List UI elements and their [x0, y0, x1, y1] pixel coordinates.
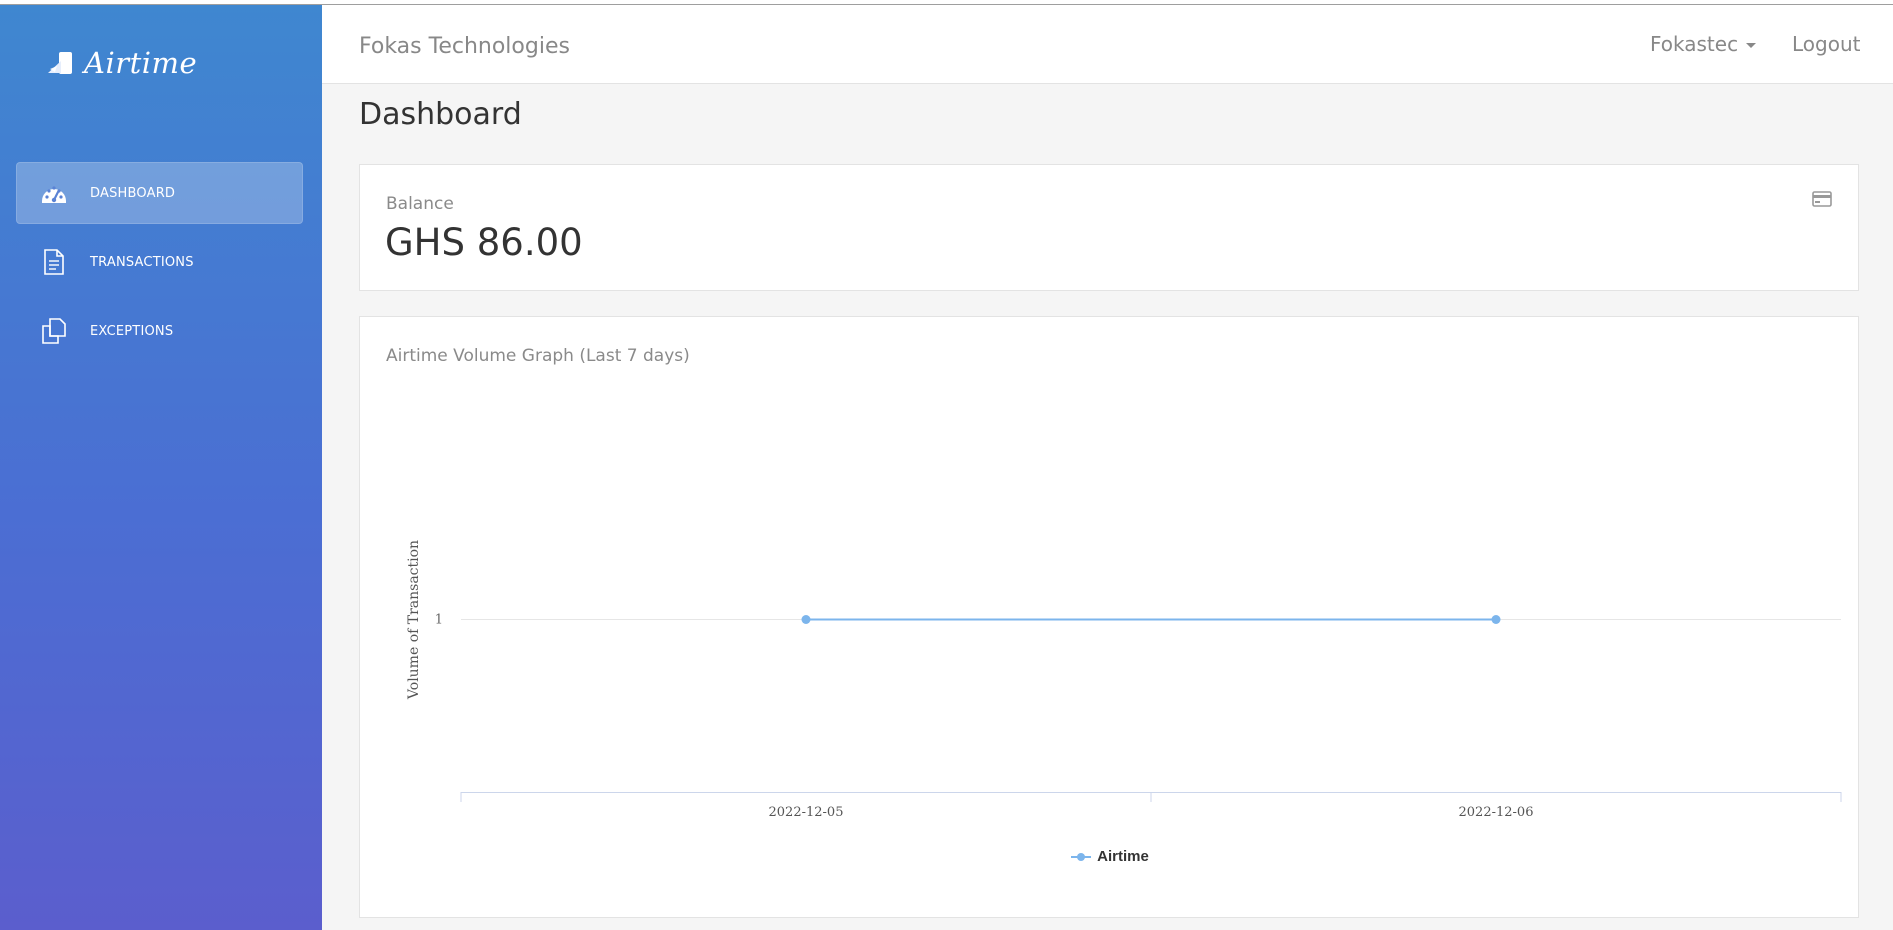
x-tick-label: 2022-12-06	[1459, 805, 1534, 820]
sidebar-item-label: DASHBOARD	[90, 185, 176, 201]
user-name: Fokastec	[1650, 32, 1739, 56]
data-point	[801, 615, 811, 624]
y-axis-title: Volume of Transaction	[406, 540, 422, 700]
sidebar-item-transactions[interactable]: TRANSACTIONS	[16, 231, 303, 293]
volume-chart-card: Airtime Volume Graph (Last 7 days) 1 Volu…	[359, 316, 1859, 918]
legend-marker-icon	[1071, 852, 1092, 861]
chart-legend: Airtime	[360, 848, 1860, 865]
balance-value: GHS 86.00	[385, 221, 583, 264]
x-tick-label: 2022-12-05	[769, 805, 844, 820]
sidebar-nav: DASHBOARD TRANSACTIONS EXCEPTIONS	[16, 162, 303, 369]
company-name[interactable]: Fokas Technologies	[359, 34, 570, 59]
sidebar-item-label: EXCEPTIONS	[90, 323, 174, 339]
legend-item-airtime[interactable]: Airtime	[1071, 848, 1149, 865]
brand-name: Airtime	[84, 46, 198, 80]
logout-link[interactable]: Logout	[1792, 32, 1860, 56]
sidebar-item-label: TRANSACTIONS	[90, 254, 194, 270]
top-navbar: Fokas Technologies Fokastec Logout	[322, 5, 1893, 84]
legend-label: Airtime	[1097, 848, 1149, 865]
volume-line-chart: 1 Volume of Transaction 2022-12-05 2022-12-…	[406, 540, 1842, 820]
dashboard-icon	[34, 173, 74, 213]
window-top-border	[0, 0, 1893, 5]
credit-card-icon	[1812, 191, 1832, 207]
y-tick-label: 1	[435, 613, 443, 628]
balance-card: Balance GHS 86.00	[359, 164, 1859, 291]
sidebar-item-exceptions[interactable]: EXCEPTIONS	[16, 300, 303, 362]
brand-logo[interactable]: Airtime	[44, 43, 197, 83]
page-title: Dashboard	[359, 97, 522, 132]
sidebar-item-dashboard[interactable]: DASHBOARD	[16, 162, 303, 224]
user-dropdown[interactable]: Fokastec	[1650, 32, 1757, 56]
document-icon	[34, 242, 74, 282]
copy-icon	[34, 311, 74, 351]
chevron-down-icon	[1746, 43, 1757, 48]
airtime-logo-icon	[48, 52, 72, 74]
balance-label: Balance	[386, 194, 454, 214]
data-point	[1491, 615, 1501, 624]
sidebar: Airtime DASHBOARD TRANSACTIONS EXCEPTION…	[0, 5, 322, 930]
